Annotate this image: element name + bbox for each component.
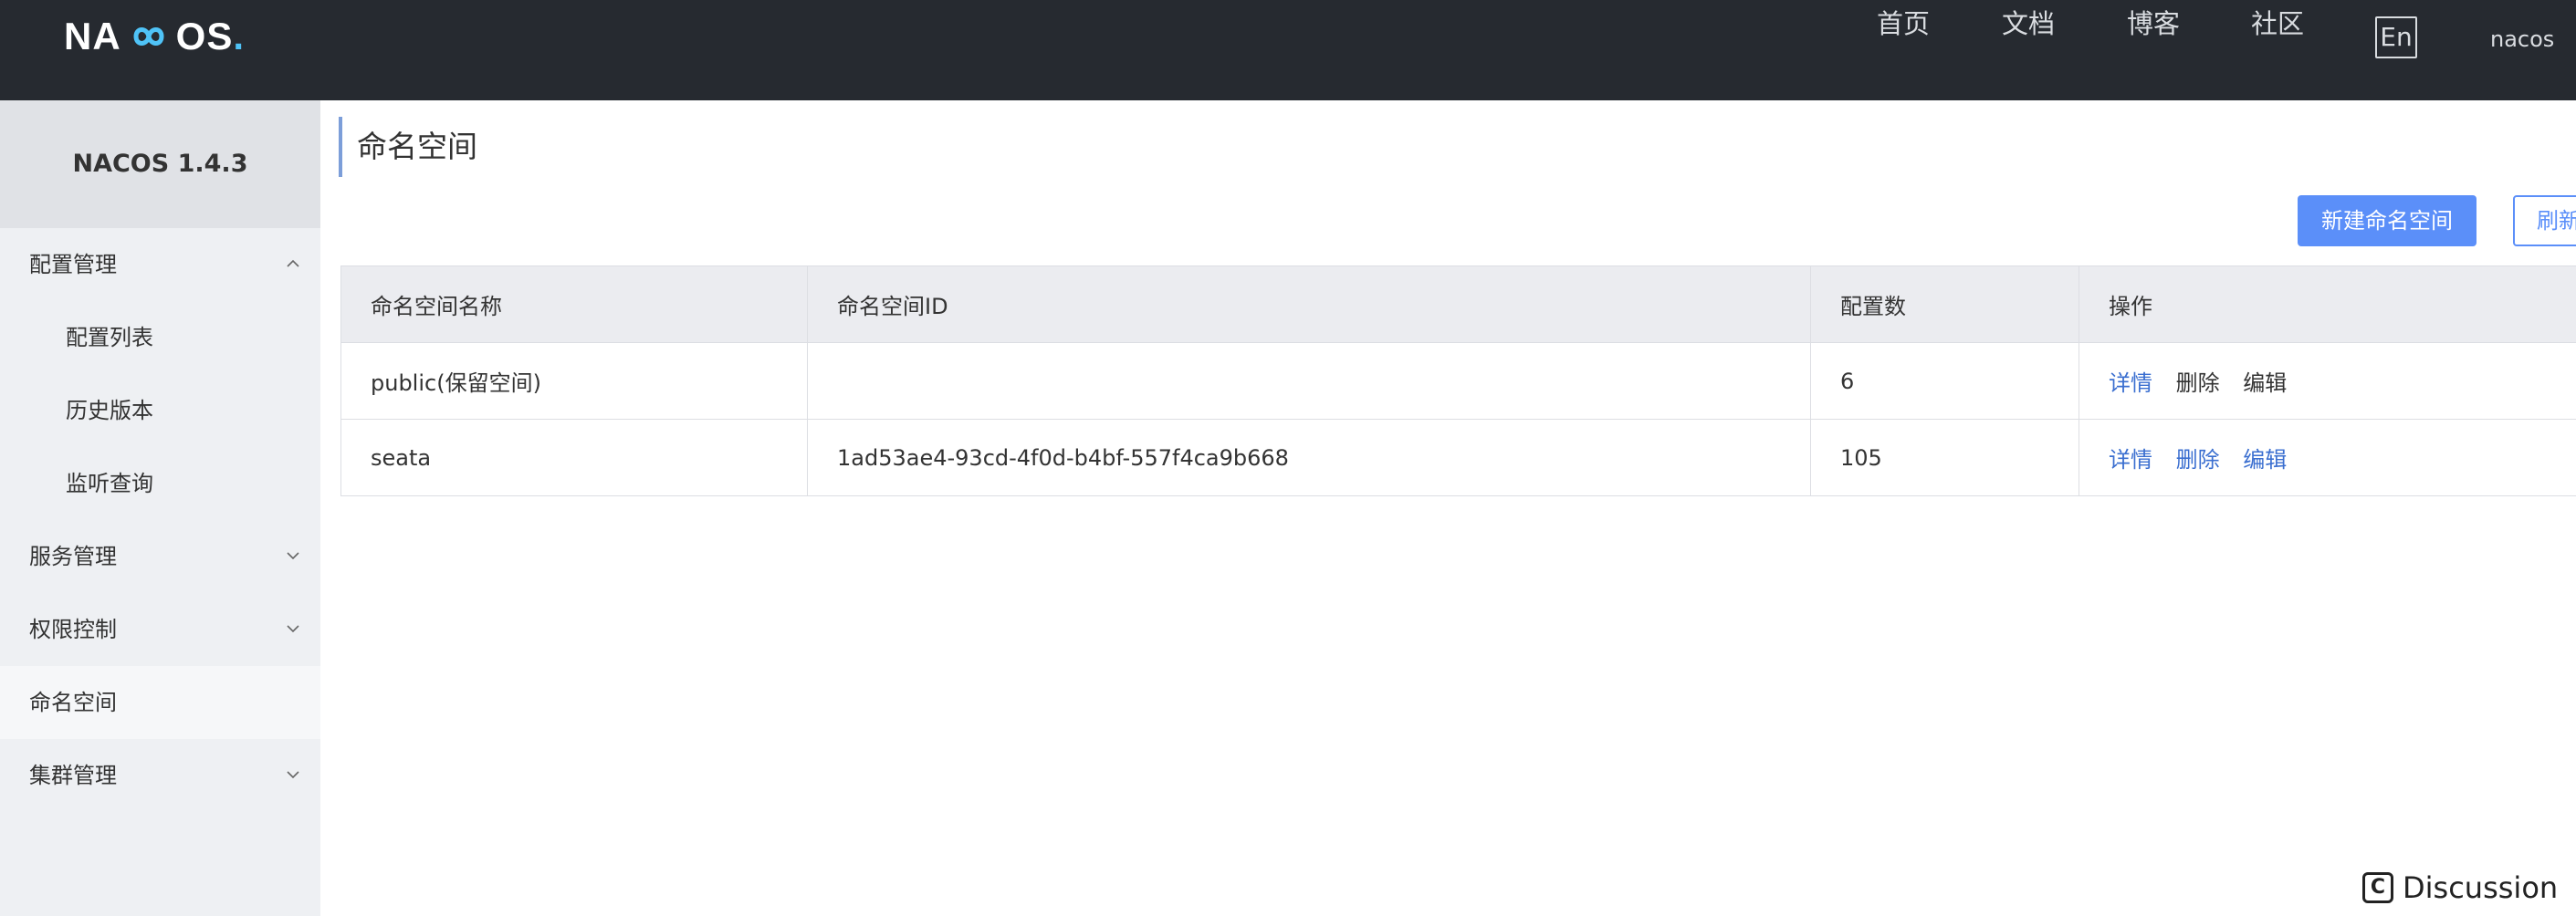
chevron-up-icon	[287, 259, 299, 267]
cell-config-count: 105	[1810, 419, 2079, 496]
infinity-logo-icon	[133, 27, 164, 46]
sidebar-item-label: 历史版本	[66, 398, 153, 423]
user-name[interactable]: nacos	[2490, 16, 2554, 62]
sidebar-item-label: 命名空间	[29, 690, 117, 715]
table-row: public(保留空间) 6 详情 删除 编辑	[340, 342, 2576, 420]
chevron-down-icon	[287, 625, 299, 633]
cell-namespace-name: public(保留空间)	[340, 342, 808, 420]
edit-link[interactable]: 编辑	[2243, 447, 2287, 473]
chevron-down-icon	[287, 771, 299, 779]
sidebar-item-label: 权限控制	[29, 617, 117, 642]
top-header: NA OS . 首页 文档 博客 社区 En nacos	[0, 0, 2576, 100]
sidebar-item-history-version[interactable]: 历史版本	[0, 374, 320, 447]
cell-config-count: 6	[1810, 342, 2079, 420]
page-title: 命名空间	[357, 129, 477, 164]
nav-community[interactable]: 社区	[2251, 0, 2304, 47]
cell-namespace-id: 1ad53ae4-93cd-4f0d-b4bf-557f4ca9b668	[807, 419, 1811, 496]
sidebar-item-namespace[interactable]: 命名空间	[0, 666, 320, 739]
logo-suffix: OS	[175, 15, 234, 57]
sidebar-item-listener-query[interactable]: 监听查询	[0, 447, 320, 520]
sidebar-item-label: 服务管理	[29, 544, 117, 569]
column-header-namespace-name: 命名空间名称	[340, 265, 808, 343]
nav-home[interactable]: 首页	[1877, 0, 1930, 47]
discussion-icon: C	[2362, 872, 2393, 903]
sidebar-item-config-list[interactable]: 配置列表	[0, 301, 320, 374]
nav-blog[interactable]: 博客	[2127, 0, 2180, 47]
logo-dot: .	[233, 15, 246, 57]
column-header-config-count: 配置数	[1810, 265, 2079, 343]
sidebar-item-cluster-management[interactable]: 集群管理	[0, 739, 320, 812]
nacos-logo[interactable]: NA OS .	[64, 15, 246, 57]
sidebar-item-label: 集群管理	[29, 763, 117, 788]
sidebar: NACOS 1.4.3 配置管理 配置列表 历史版本 监听查询 服务管理 权限控…	[0, 100, 320, 916]
delete-link[interactable]: 删除	[2176, 447, 2220, 473]
nav-docs[interactable]: 文档	[2002, 0, 2055, 47]
cell-operations: 详情 删除 编辑	[2079, 342, 2576, 420]
logo-prefix: NA	[64, 15, 121, 57]
column-header-operations: 操作	[2079, 265, 2576, 343]
discussion-label: Discussion	[2403, 870, 2559, 905]
sidebar-title: NACOS 1.4.3	[0, 100, 320, 228]
detail-link[interactable]: 详情	[2109, 447, 2152, 473]
create-namespace-button[interactable]: 新建命名空间	[2298, 195, 2477, 246]
sidebar-item-label: 配置列表	[66, 325, 153, 350]
refresh-button[interactable]: 刷新	[2513, 195, 2576, 246]
cell-namespace-name: seata	[340, 419, 808, 496]
cell-namespace-id	[807, 342, 1811, 420]
namespace-table: 命名空间名称 命名空间ID 配置数 操作 public(保留空间) 6 详情 删…	[340, 265, 2576, 496]
sidebar-item-access-control[interactable]: 权限控制	[0, 593, 320, 666]
discussion-widget[interactable]: C Discussion	[2362, 867, 2558, 909]
sidebar-item-label: 监听查询	[66, 471, 153, 496]
sidebar-item-service-management[interactable]: 服务管理	[0, 520, 320, 593]
language-switch-button[interactable]: En	[2375, 16, 2417, 58]
sidebar-item-config-management[interactable]: 配置管理	[0, 228, 320, 301]
table-row: seata 1ad53ae4-93cd-4f0d-b4bf-557f4ca9b6…	[340, 419, 2576, 496]
sidebar-item-label: 配置管理	[29, 252, 117, 277]
page-title-block: 命名空间	[339, 117, 477, 177]
detail-link[interactable]: 详情	[2109, 370, 2152, 396]
chevron-down-icon	[287, 552, 299, 560]
cell-operations: 详情 删除 编辑	[2079, 419, 2576, 496]
table-header-row: 命名空间名称 命名空间ID 配置数 操作	[340, 265, 2576, 343]
edit-link[interactable]: 编辑	[2243, 370, 2287, 396]
column-header-namespace-id: 命名空间ID	[807, 265, 1811, 343]
delete-link[interactable]: 删除	[2176, 370, 2220, 396]
